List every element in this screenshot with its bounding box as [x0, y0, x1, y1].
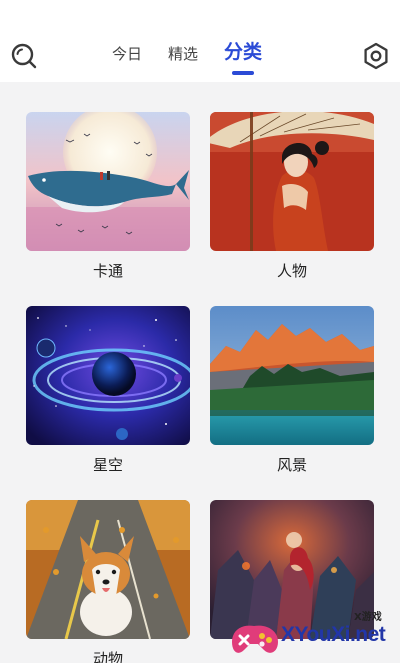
search-icon[interactable] [8, 40, 40, 72]
tab-today[interactable]: 今日 [112, 42, 142, 66]
watermark-main-text: XYouXi.net [281, 623, 386, 646]
planet-space-scene [26, 306, 190, 445]
category-label: 人物 [276, 262, 307, 280]
category-card-animals[interactable]: 动物 [26, 500, 190, 663]
corgi-on-road [26, 500, 190, 639]
site-watermark: X游戏 XYouXi.net [226, 604, 400, 663]
category-label: 动物 [92, 650, 123, 663]
tab-featured-label: 精选 [168, 45, 199, 63]
category-label: 卡通 [92, 262, 123, 280]
category-label: 风景 [276, 456, 307, 474]
whale-moon-illustration [26, 112, 190, 251]
tab-featured[interactable]: 精选 [168, 42, 198, 66]
category-card-starry-sky[interactable]: 星空 [26, 306, 190, 474]
woman-with-paper-umbrella [210, 112, 374, 251]
watermark-small-text: X游戏 [354, 612, 382, 623]
category-label: 星空 [92, 456, 123, 474]
tab-today-label: 今日 [112, 45, 143, 63]
tab-categories[interactable]: 分类 [224, 40, 263, 75]
settings-icon[interactable] [360, 40, 392, 72]
category-card-people[interactable]: 人物 [210, 112, 374, 280]
category-card-cartoon[interactable]: 卡通 [26, 112, 190, 280]
top-bar: 今日 精选 分类 [0, 0, 400, 82]
gamepad-logo-icon [232, 625, 278, 653]
mountain-lake-landscape [210, 306, 374, 445]
category-tabs: 今日 精选 分类 [112, 40, 288, 76]
active-tab-indicator [232, 71, 255, 75]
tab-categories-label: 分类 [224, 41, 263, 63]
category-card-landscape[interactable]: 风景 [210, 306, 374, 474]
